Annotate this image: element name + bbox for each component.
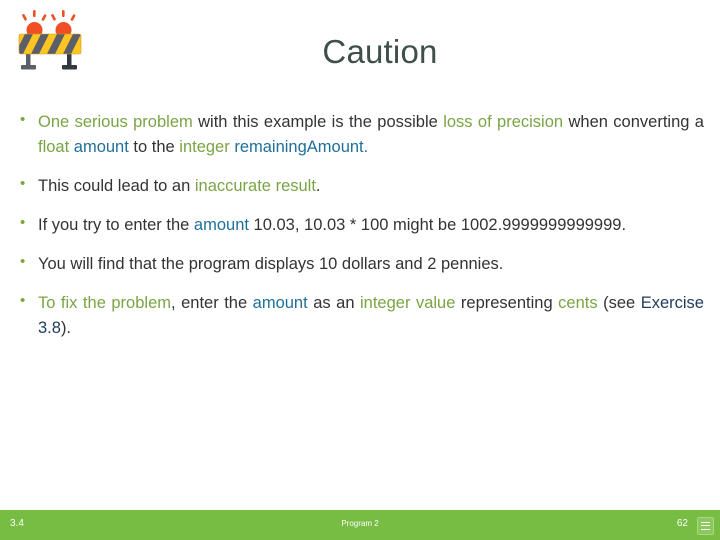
run-text: ). <box>60 319 72 338</box>
run-text: to the <box>128 138 180 157</box>
footer-bar: 3.4 Program 2 62 <box>0 510 720 540</box>
run-text: inaccurate result <box>194 177 316 196</box>
run-text: amount <box>73 138 129 157</box>
run-text: as an <box>307 294 360 313</box>
run-text: amount <box>252 294 308 313</box>
run-text: (see <box>597 294 641 313</box>
run-text: , enter the <box>171 294 253 313</box>
run-text: float <box>38 138 70 157</box>
run-text: remainingAmount <box>234 138 364 157</box>
run-text: integer value <box>360 294 456 313</box>
run-text: You will find that the program displays … <box>38 255 504 274</box>
bullet-display-result: You will find that the program displays … <box>0 251 720 277</box>
footer-course-label: Program 2 <box>341 519 379 528</box>
menu-icon[interactable] <box>697 517 714 535</box>
run-text: loss of precision <box>443 113 564 131</box>
run-text: cents <box>558 294 598 313</box>
run-text: If you try to enter the <box>38 216 194 235</box>
bullet-inaccurate-result: This could lead to an inaccurate result. <box>0 173 720 199</box>
bullet-amount-example: If you try to enter the amount 10.03, 10… <box>0 212 720 238</box>
run-text: when converting a <box>563 113 704 131</box>
run-text: To fix the problem <box>38 294 171 313</box>
run-text: amount <box>193 216 249 235</box>
run-text: 10.03, 10.03 * 100 might be 1002.9999999… <box>248 216 627 235</box>
bullet-list: One serious problem with this example is… <box>0 109 720 356</box>
run-text: This could lead to an <box>38 177 195 196</box>
run-text: integer <box>179 138 230 157</box>
run-text: with this example is the possible <box>192 113 444 131</box>
run-text: . <box>363 138 369 157</box>
bullet-precision-loss: One serious problem with this example is… <box>0 109 720 160</box>
slide: Caution One serious problem with this ex… <box>0 0 720 540</box>
run-text: representing <box>455 294 559 313</box>
footer-page-number: 62 <box>676 518 688 529</box>
page-title: Caution <box>322 33 438 70</box>
bullet-fix-problem: To fix the problem, enter the amount as … <box>0 290 720 341</box>
construction-barrier-icon <box>12 8 90 78</box>
run-text: . <box>315 177 321 196</box>
run-text: One serious problem <box>38 113 193 131</box>
